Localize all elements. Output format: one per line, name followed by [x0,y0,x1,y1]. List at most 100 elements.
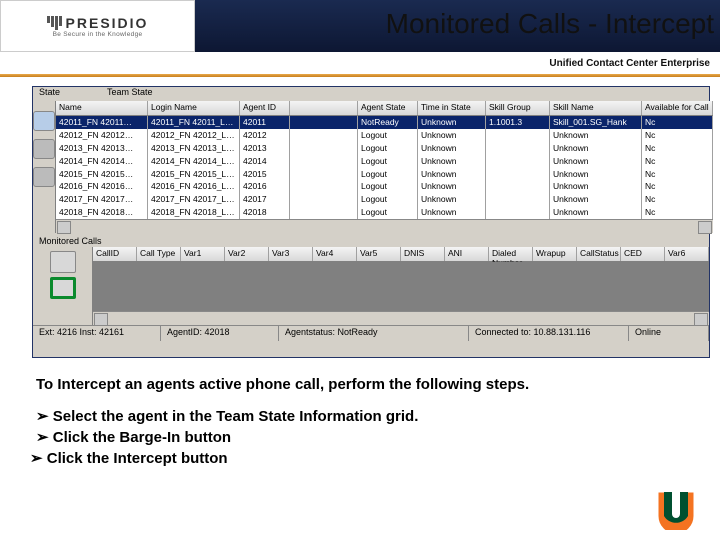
table-row[interactable]: 42014_FN 42014…42014_FN 42014_L…42014 Log… [56,155,713,168]
cell-aid: 42017 [240,193,290,206]
cell-astate: Logout [358,206,418,219]
cell-empty [290,180,358,193]
mon-col[interactable]: Var4 [313,247,357,261]
cell-name: 42015_FN 42015… [56,168,148,181]
cell-name: 42014_FN 42014… [56,155,148,168]
cell-avail: Nc [642,193,713,206]
cell-sg [486,155,550,168]
cell-empty [290,129,358,142]
cell-sg [486,206,550,219]
cell-avail: Nc [642,142,713,155]
step-3: Click the Intercept button [30,449,680,467]
cell-astate: Logout [358,180,418,193]
cell-avail: Nc [642,129,713,142]
cell-login: 42018_FN 42018_L… [148,206,240,219]
cell-tis: Unknown [418,142,486,155]
cell-sn: Unknown [550,129,642,142]
mon-col[interactable]: Var5 [357,247,401,261]
state-icon-2[interactable] [33,139,55,159]
table-row[interactable]: 42017_FN 42017…42017_FN 42017_L…42017Log… [56,193,713,206]
status-bar: Ext: 4216 Inst: 42161 AgentID: 42018 Age… [33,325,709,341]
mon-col[interactable]: DNIS [401,247,445,261]
intercept-button[interactable] [50,277,76,299]
page-title: Monitored Calls - Intercept [386,8,714,40]
status-online: Online [629,326,709,341]
mon-col[interactable]: CallID [93,247,137,261]
cell-sn: Unknown [550,155,642,168]
cell-astate: Logout [358,155,418,168]
mon-col[interactable]: CED [621,247,665,261]
cell-login: 42014_FN 42014_L… [148,155,240,168]
table-row[interactable]: 42016_FN 42016…42016_FN 42016_L…42016Log… [56,180,713,193]
mon-col[interactable]: Var6 [665,247,709,261]
state-icon-3[interactable] [33,167,55,187]
instructions-lead: To Intercept an agents active phone call… [36,376,680,393]
state-icon-1[interactable] [33,111,55,131]
h-scrollbar[interactable] [56,219,713,233]
col-skillname[interactable]: Skill Name [550,101,642,115]
col-agentstate[interactable]: Agent State [358,101,418,115]
mon-h-scrollbar[interactable] [93,311,709,325]
cell-astate: NotReady [358,116,418,129]
cell-name: 42011_FN 42011… [56,116,148,129]
grid-body[interactable]: 42011_FN 42011…42011_FN 42011_L…42011Not… [56,116,713,219]
col-empty[interactable] [290,101,358,115]
cell-login: 42012_FN 42012_L… [148,129,240,142]
cell-sg [486,168,550,181]
table-row[interactable]: 42012_FN 42012…42012_FN 42012_L…42012Log… [56,129,713,142]
col-skillgroup[interactable]: Skill Group [486,101,550,115]
cell-sn: Unknown [550,206,642,219]
cell-sn: Unknown [550,180,642,193]
monitored-body[interactable] [93,262,709,311]
cell-aid: 42012 [240,129,290,142]
mon-col[interactable]: Wrapup [533,247,577,261]
col-login[interactable]: Login Name [148,101,240,115]
mon-col[interactable]: Var1 [181,247,225,261]
teamstate-label: Team State [101,87,709,101]
col-timeinstate[interactable]: Time in State [418,101,486,115]
col-available[interactable]: Available for Call [642,101,713,115]
table-row[interactable]: 42011_FN 42011…42011_FN 42011_L…42011Not… [56,116,713,129]
monitored-header: CallIDCall TypeVar1Var2Var3Var4Var5DNISA… [93,247,709,262]
cell-tis: Unknown [418,193,486,206]
cell-sn: Unknown [550,193,642,206]
cell-empty [290,168,358,181]
cell-sg: 1.1001.3 [486,116,550,129]
cell-tis: Unknown [418,180,486,193]
cell-aid: 42016 [240,180,290,193]
bottom-panes: CallIDCall TypeVar1Var2Var3Var4Var5DNISA… [33,247,709,325]
status-agentstatus: Agentstatus: NotReady [279,326,469,341]
mon-col[interactable]: Var2 [225,247,269,261]
barge-in-button[interactable] [50,251,76,273]
umiami-logo-icon [656,490,702,530]
mon-col[interactable]: Call Type [137,247,181,261]
cell-tis: Unknown [418,206,486,219]
col-agentid[interactable]: Agent ID [240,101,290,115]
divider [0,74,720,77]
cell-login: 42013_FN 42013_L… [148,142,240,155]
cell-astate: Logout [358,142,418,155]
state-label: State [33,87,101,101]
cell-aid: 42014 [240,155,290,168]
cell-avail: Nc [642,168,713,181]
table-row[interactable]: 42013_FN 42013…42013_FN 42013_L…42013Log… [56,142,713,155]
mon-col[interactable]: ANI [445,247,489,261]
col-name[interactable]: Name [56,101,148,115]
instructions: To Intercept an agents active phone call… [36,376,680,470]
cell-name: 42012_FN 42012… [56,129,148,142]
cell-name: 42017_FN 42017… [56,193,148,206]
cell-sg [486,193,550,206]
step-2: Click the Barge-In button [36,428,680,446]
cell-astate: Logout [358,168,418,181]
mon-col[interactable]: Var3 [269,247,313,261]
cell-tis: Unknown [418,168,486,181]
table-row[interactable]: 42015_FN 42015…42015_FN 42015_L…42015Log… [56,168,713,181]
app-screenshot: State Team State Name Login Name Agent I… [32,86,710,358]
cell-aid: 42015 [240,168,290,181]
logo-text: PRESIDIO [47,15,149,31]
table-row[interactable]: 42018_FN 42018…42018_FN 42018_L…42018Log… [56,206,713,219]
mon-col[interactable]: Dialed Number [489,247,533,261]
mon-col[interactable]: CallStatus [577,247,621,261]
cell-sg [486,129,550,142]
cell-avail: Nc [642,206,713,219]
